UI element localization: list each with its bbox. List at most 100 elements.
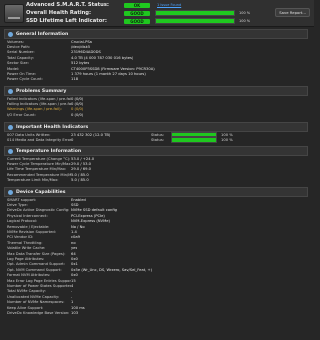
row-label: Failing Indicators (life-span / pre-fail… — [7, 102, 71, 107]
general-information-section: General Information Volumes: Crucial-PSa D… — [4, 29, 308, 82]
row-label: Sector Size: — [7, 61, 29, 66]
list-item[interactable]: Temperature Limit Min/Max: 5.0 / 85.0 — [4, 178, 308, 183]
row-value: Enabled — [71, 197, 86, 202]
status-header: Advanced S.M.A.R.T. Status: OK 1 Issue F… — [0, 0, 314, 27]
row-label: Opt. Admin Command Support: — [7, 262, 65, 267]
ssd-lifetime-bar — [155, 18, 235, 24]
row-value: 0x5e (Wr_Unc, DS, Wrzero, Sav/Sel_Feat, … — [71, 267, 153, 272]
section-title: Temperature Information — [16, 148, 82, 154]
row-value: no — [71, 240, 76, 245]
heart-icon — [8, 124, 13, 130]
row-label: Drive Type: — [7, 203, 28, 208]
row-value: /dev/disk5 — [71, 45, 91, 50]
health-indicators-header[interactable]: Important Health Indicators — [4, 122, 308, 132]
row-label: Number of Power States Supported: — [7, 283, 71, 288]
row-value: - — [71, 289, 73, 294]
row-label: PCI Vendor ID: — [7, 235, 34, 240]
row-value: 0x0 — [71, 273, 78, 278]
general-information-header[interactable]: General Information — [4, 29, 308, 39]
row-label: Serial Number: — [7, 50, 35, 55]
health-label: 014 Media and Data Integrity Errors: — [7, 138, 71, 143]
row-value: 118 — [71, 77, 79, 82]
health-percent: 100 % — [221, 132, 233, 137]
row-label: Power Cycle Temperature Min/Max: — [7, 162, 71, 167]
row-label: SMART support: — [7, 197, 37, 202]
save-report-button[interactable]: Save Report... — [275, 8, 310, 17]
row-label: Removable / Ejectable: — [7, 224, 50, 229]
row-value: SSD — [71, 203, 79, 208]
row-label: Device Path: — [7, 45, 31, 50]
overall-health-row: Overall Health Rating: GOOD 100 % — [26, 9, 250, 17]
device-capabilities-header[interactable]: Device Capabilities — [4, 187, 308, 197]
list-item[interactable]: DriveDx Knowledge Base Version: 103 — [4, 310, 308, 315]
row-label: Thermal Throttling: — [7, 240, 43, 245]
overall-health-label: Overall Health Rating: — [26, 10, 92, 16]
row-label: Unallocated NVMe Capacity: — [7, 294, 60, 299]
row-label: Opt. NVM Command Support: — [7, 267, 62, 272]
issues-found-link[interactable]: 1 Issue Found — [157, 3, 181, 7]
smart-status-badge: OK — [124, 2, 150, 8]
temperature-section: Temperature Information Current Temperat… — [4, 146, 308, 183]
row-label: Log Page Attributes: — [7, 256, 45, 261]
status-label: Status: — [151, 138, 164, 143]
ssd-lifetime-row: SSD Lifetime Left Indicator: GOOD 100 % — [26, 17, 250, 25]
row-value: No / No — [71, 224, 85, 229]
warning-icon — [8, 88, 13, 94]
thermometer-icon — [8, 148, 13, 154]
overall-health-badge: GOOD — [124, 10, 150, 16]
health-bar-fill — [172, 138, 216, 142]
health-value: 0 — [71, 138, 74, 143]
row-value: 53.0 / +24.0 — [71, 156, 95, 161]
health-percent: 100 % — [221, 138, 233, 143]
overall-health-bar — [155, 10, 235, 16]
row-label: DriveDx Active Diagnostic Config: — [7, 208, 70, 213]
section-title: Important Health Indicators — [16, 124, 89, 130]
row-value: 4.0 TB (4 000 787 030 016 bytes) — [71, 55, 134, 60]
row-value: NVMe SSD default config — [71, 208, 118, 213]
health-value: 23 432 302 (12.0 TB) — [71, 132, 111, 137]
overall-health-percent: 100 % — [239, 11, 251, 15]
row-value: 100 ms — [71, 305, 85, 310]
row-label: Total NVMe Capacity: — [7, 289, 46, 294]
capabilities-rows: SMART support: Enabled Drive Type: SSD Drive… — [4, 197, 308, 316]
row-value: 29.0 / 53.0 — [71, 162, 92, 167]
health-row-media-errors[interactable]: 014 Media and Data Integrity Errors: 0 S… — [4, 137, 308, 143]
row-value: yes — [71, 246, 78, 251]
row-value: 23196D4AD0DS — [71, 50, 101, 55]
row-label: Power On Time: — [7, 72, 36, 77]
row-label: Logical Protocol: — [7, 219, 38, 224]
row-value: 0x0 — [71, 256, 78, 261]
problems-summary-header[interactable]: Problems Summary — [4, 86, 308, 96]
row-label: Number of NVMe Namespaces: — [7, 300, 65, 305]
device-capabilities-section: Device Capabilities SMART support: Enable… — [4, 187, 308, 316]
row-label: I/O Error Count: — [7, 112, 36, 117]
row-value: NVM-Express (NVMe) — [71, 219, 110, 224]
list-item[interactable]: I/O Error Count: 0 (0/0) — [4, 112, 308, 117]
row-label: Max Error Log Page Entries Supported: — [7, 278, 71, 283]
row-label: Power Cycle Count: — [7, 77, 43, 82]
problems-summary-section: Problems Summary Failed Indicators (life… — [4, 86, 308, 118]
row-label: Life Time Temperature Min/Max: — [7, 167, 67, 172]
row-value: 0 (0/0) — [71, 102, 84, 107]
row-label: Max Data Transfer Size (Pages): — [7, 251, 66, 256]
row-value: 1 — [71, 300, 74, 305]
general-rows: Volumes: Crucial-PSa Device Path: /dev/disk… — [4, 39, 308, 82]
row-label: Current Temperature (Change °C): — [7, 156, 71, 161]
ssd-lifetime-badge: GOOD — [124, 18, 150, 24]
row-value: CT4000P3SSD8 (Firmware Version: P9CR30A) — [71, 66, 155, 71]
row-label: Warnings (life-span / pre-fail): — [7, 107, 62, 112]
row-value: 15 — [71, 278, 76, 283]
row-label: Failed Indicators (life-span / pre-fail)… — [7, 96, 71, 101]
health-label: 007 Data Units Written: — [7, 132, 51, 137]
chip-icon — [8, 189, 13, 195]
temperature-rows: Current Temperature (Change °C): 53.0 / +… — [4, 156, 308, 183]
ssd-lifetime-percent: 100 % — [239, 19, 251, 23]
smart-status-label: Advanced S.M.A.R.T. Status: — [26, 2, 109, 8]
list-item[interactable]: Power Cycle Count: 118 — [4, 77, 308, 82]
row-label: Volatile Write Cache: — [7, 246, 46, 251]
ssd-lifetime-label: SSD Lifetime Left Indicator: — [26, 18, 107, 24]
row-value: 1.4 — [71, 230, 77, 235]
ssd-lifetime-bar-fill — [156, 19, 234, 23]
row-label: Recommended Temperature Min/Max: — [7, 172, 71, 177]
temperature-header[interactable]: Temperature Information — [4, 146, 308, 156]
